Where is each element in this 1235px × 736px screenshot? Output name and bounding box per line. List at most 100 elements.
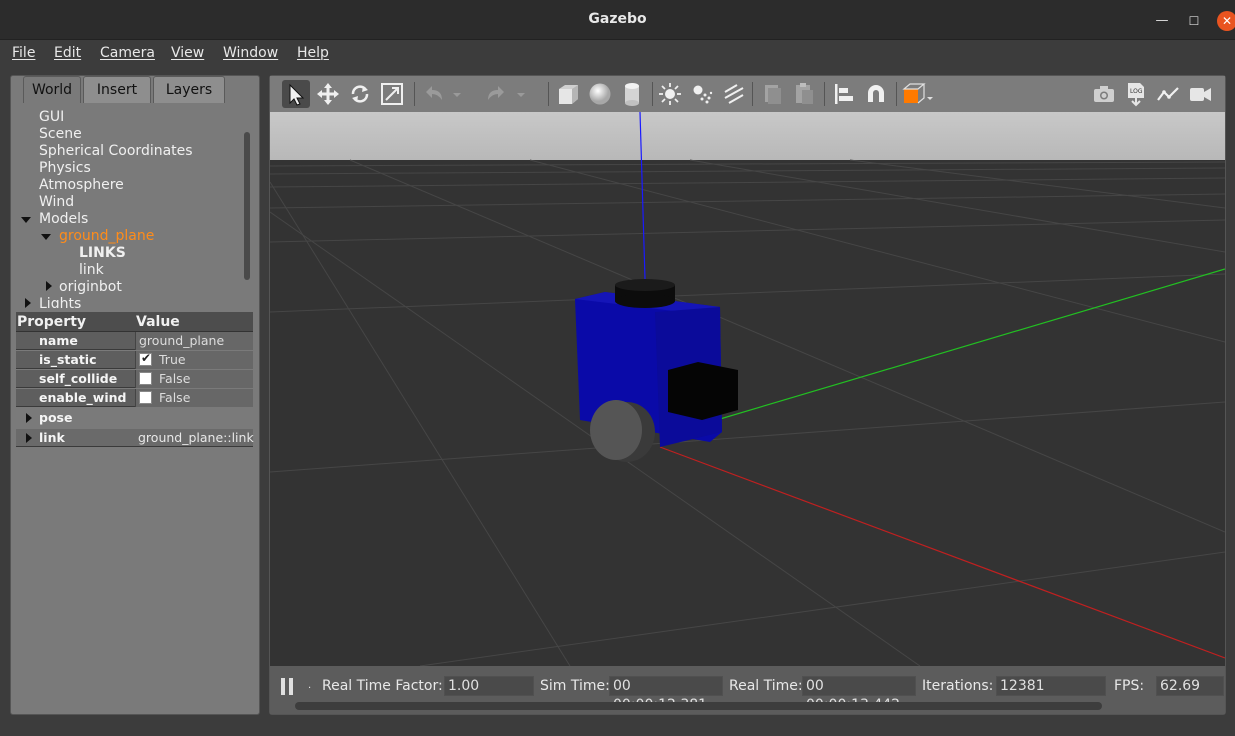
property-key: pose — [39, 410, 73, 425]
tree-item-originbot[interactable]: originbot — [59, 279, 122, 295]
rotate-icon[interactable] — [346, 80, 374, 108]
property-key: enable_wind — [39, 390, 127, 405]
spot-light-icon[interactable] — [688, 80, 716, 108]
property-key: self_collide — [39, 371, 118, 386]
sphere-icon[interactable] — [586, 80, 614, 108]
tree-item-links-header: LINKS — [79, 245, 126, 261]
translate-icon[interactable] — [314, 80, 342, 108]
property-value-field: False — [135, 389, 253, 407]
directional-light-icon[interactable] — [720, 80, 748, 108]
tree-item-lights[interactable]: Lights — [39, 296, 81, 308]
plot-icon[interactable] — [1154, 80, 1182, 108]
menu-help[interactable]: Help — [297, 45, 329, 61]
close-icon[interactable]: ✕ — [1217, 11, 1235, 31]
sim-time-field: 00 00:00:12.381 — [609, 676, 723, 713]
tab-layers[interactable]: Layers — [153, 76, 225, 103]
is-static-checkbox[interactable] — [139, 351, 152, 366]
property-value-field[interactable]: ground_plane — [135, 332, 253, 350]
3d-viewport[interactable] — [269, 111, 1226, 667]
undo-history-icon[interactable] — [450, 80, 464, 108]
align-icon[interactable] — [830, 80, 858, 108]
property-row-self-collide: self_collide False — [16, 370, 253, 388]
maximize-icon[interactable]: ☐ — [1184, 11, 1204, 31]
real-time-field: 00 00:00:13.442 — [802, 676, 916, 713]
log-icon[interactable]: LOG — [1122, 80, 1150, 108]
fps-label: FPS: — [1114, 678, 1145, 694]
toolbar-separator — [896, 82, 897, 106]
box-icon[interactable] — [554, 80, 582, 108]
snap-icon[interactable] — [862, 80, 890, 108]
expand-link-icon[interactable] — [26, 433, 32, 443]
menu-camera[interactable]: Camera — [100, 45, 155, 61]
copy-icon[interactable] — [758, 80, 786, 108]
expand-models-icon[interactable] — [21, 217, 31, 223]
undo-icon[interactable] — [420, 80, 448, 108]
pause-button[interactable] — [270, 666, 310, 706]
tree-item-physics[interactable]: Physics — [39, 160, 91, 176]
sim-time-label: Sim Time: — [540, 678, 610, 694]
minimize-icon[interactable]: — — [1152, 11, 1172, 31]
tree-item-scene[interactable]: Scene — [39, 126, 82, 142]
redo-icon[interactable] — [482, 80, 510, 108]
cylinder-icon[interactable] — [618, 80, 646, 108]
title-bar: Gazebo — ☐ ✕ — [0, 0, 1235, 40]
world-tree: GUI Scene Spherical Coordinates Physics … — [16, 108, 244, 308]
menu-file[interactable]: File — [12, 45, 35, 61]
toolbar-separator — [824, 82, 825, 106]
pause-icon — [281, 678, 285, 695]
tree-item-spherical-coordinates[interactable]: Spherical Coordinates — [39, 143, 193, 159]
tab-insert[interactable]: Insert — [83, 76, 151, 103]
enable-wind-checkbox[interactable] — [139, 391, 152, 404]
toolbar-separator — [548, 82, 549, 106]
expand-ground-plane-icon[interactable] — [41, 234, 51, 240]
tab-world[interactable]: World — [23, 76, 81, 103]
value-column-header: Value — [136, 314, 180, 330]
property-key: is_static — [39, 352, 97, 367]
self-collide-checkbox[interactable] — [139, 372, 152, 385]
point-light-icon[interactable] — [656, 80, 684, 108]
real-time-label: Real Time: — [729, 678, 803, 694]
gazebo-window: Gazebo — ☐ ✕ File Edit Camera View Windo… — [0, 0, 1235, 736]
main-toolbar: LOG — [270, 76, 1225, 112]
toolbar-separator — [752, 82, 753, 106]
expand-lights-icon[interactable] — [25, 298, 31, 308]
toolbar-separator — [652, 82, 653, 106]
tree-item-atmosphere[interactable]: Atmosphere — [39, 177, 124, 193]
tree-item-models[interactable]: Models — [39, 211, 88, 227]
property-row-link[interactable]: link ground_plane::link — [16, 429, 254, 447]
menu-edit[interactable]: Edit — [54, 45, 81, 61]
property-value: True — [159, 352, 186, 367]
tree-scrollbar[interactable] — [244, 132, 250, 280]
menu-view[interactable]: View — [171, 45, 204, 61]
svg-text:LOG: LOG — [1130, 88, 1143, 95]
record-video-icon[interactable] — [1186, 80, 1214, 108]
property-column-header: Property — [17, 314, 87, 330]
paste-icon[interactable] — [790, 80, 818, 108]
toolbar-separator — [414, 82, 415, 106]
menu-window[interactable]: Window — [223, 45, 278, 61]
view-angle-icon[interactable] — [900, 80, 936, 108]
expand-pose-icon[interactable] — [26, 413, 32, 423]
redo-history-icon[interactable] — [514, 80, 528, 108]
iterations-label: Iterations: — [922, 678, 994, 694]
arrow-select-icon[interactable] — [282, 80, 310, 108]
property-value-field: True — [135, 351, 253, 369]
iterations-field: 12381 — [996, 676, 1106, 696]
tree-item-wind[interactable]: Wind — [39, 194, 74, 210]
property-value: ground_plane — [139, 333, 225, 348]
property-row-is-static: is_static True — [16, 351, 253, 369]
property-key: name — [39, 333, 78, 348]
property-row-enable-wind: enable_wind False — [16, 389, 253, 407]
property-row-pose[interactable]: pose — [16, 409, 253, 427]
status-scrollbar[interactable] — [295, 702, 1102, 710]
tree-item-gui[interactable]: GUI — [39, 109, 64, 125]
scale-icon[interactable] — [378, 80, 406, 108]
step-dot-icon[interactable]: . — [308, 680, 311, 691]
screenshot-icon[interactable] — [1090, 80, 1118, 108]
tree-item-link[interactable]: link — [79, 262, 104, 278]
expand-originbot-icon[interactable] — [46, 281, 52, 291]
tree-item-ground-plane[interactable]: ground_plane — [59, 228, 154, 244]
pause-icon — [289, 678, 293, 695]
property-value: False — [159, 390, 191, 405]
status-bar: . Real Time Factor: 1.00 Sim Time: 00 00… — [270, 666, 1225, 714]
